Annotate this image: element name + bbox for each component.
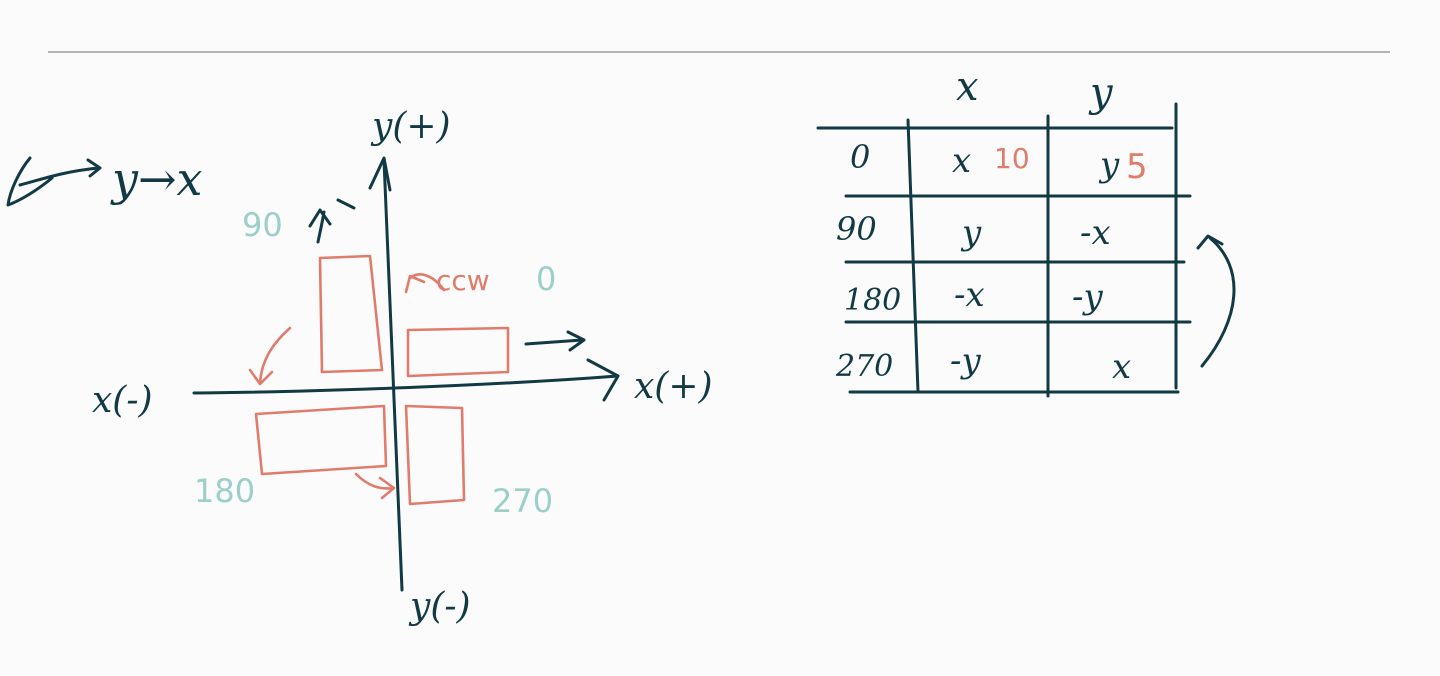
left-note: y→x xyxy=(6,152,203,207)
cycle-arrow xyxy=(1196,234,1236,368)
left-note-text: y→x xyxy=(110,152,203,206)
row-y-value: -x xyxy=(1080,213,1111,253)
row-x-value: x xyxy=(952,141,971,181)
ccw-label: ccw xyxy=(436,264,490,297)
y-positive-label: y(+) xyxy=(370,106,451,147)
row-x-note: 10 xyxy=(994,142,1030,175)
rect-90 xyxy=(318,254,384,374)
right-arrow-mark xyxy=(524,330,586,352)
y-axis-arrowhead xyxy=(368,156,392,192)
row-x-value: -x xyxy=(954,275,985,315)
y-negative-label: y(-) xyxy=(408,586,471,627)
rect-0 xyxy=(406,326,510,378)
whiteboard-canvas: y→x y(+) y(-) x(-) x(+) ccw 90 0 180 270 xyxy=(6,51,1390,627)
angle-label-270: 270 xyxy=(492,482,553,520)
x-negative-label: x(-) xyxy=(92,380,153,421)
row-angle: 90 xyxy=(836,210,877,248)
row-y-value: y xyxy=(1098,145,1120,185)
row-y-value: -y xyxy=(1072,277,1103,317)
rect-180 xyxy=(254,404,388,476)
y-axis-line xyxy=(382,158,404,592)
arrow-90-to-180 xyxy=(248,326,292,386)
row-x-value: y xyxy=(960,213,982,253)
angle-label-0: 0 xyxy=(536,260,556,298)
row-angle: 0 xyxy=(850,138,870,176)
up-arrow-mark xyxy=(308,198,356,244)
row-x-value: -y xyxy=(950,341,981,381)
table-header-x: x xyxy=(956,64,979,110)
row-angle: 180 xyxy=(844,283,901,318)
rect-270 xyxy=(404,404,466,506)
angle-label-180: 180 xyxy=(194,472,255,510)
angle-labels: 90 0 180 270 xyxy=(194,206,556,520)
rotation-table: x y 0 x 10 y 5 90 y -x 180 -x -y 270 -y … xyxy=(816,64,1236,398)
table-header-y: y xyxy=(1088,70,1114,116)
x-positive-label: x(+) xyxy=(634,366,713,407)
row-y-note: 5 xyxy=(1126,147,1148,187)
x-axis-arrowhead xyxy=(586,358,620,402)
rotation-arrows: ccw xyxy=(248,198,586,500)
row-angle: 270 xyxy=(835,349,893,384)
row-y-value: x xyxy=(1112,347,1131,387)
angle-label-90: 90 xyxy=(242,206,283,244)
table-vline xyxy=(906,118,920,394)
arrow-180-to-270 xyxy=(354,472,396,500)
